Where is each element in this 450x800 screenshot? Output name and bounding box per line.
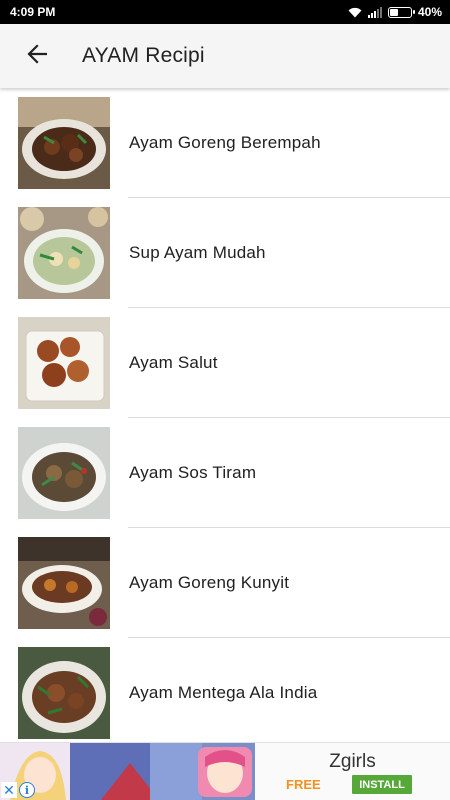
list-item[interactable]: Sup Ayam Mudah — [0, 198, 450, 308]
recipe-title: Ayam Mentega Ala India — [129, 683, 318, 702]
recipe-thumbnail — [18, 427, 110, 519]
recipe-title: Ayam Goreng Berempah — [129, 133, 321, 152]
install-button[interactable]: INSTALL — [352, 775, 412, 794]
ad-banner[interactable]: ✕ i Zgirls FREE INSTALL — [0, 742, 450, 800]
recipe-title: Ayam Goreng Kunyit — [129, 573, 290, 592]
close-icon[interactable]: ✕ — [1, 782, 17, 798]
recipe-thumbnail — [18, 207, 110, 299]
list-item[interactable]: Ayam Sos Tiram — [0, 418, 450, 528]
recipe-title: Sup Ayam Mudah — [129, 243, 266, 262]
wifi-icon — [348, 7, 362, 18]
recipe-thumbnail — [18, 317, 110, 409]
list-item[interactable]: Ayam Goreng Kunyit — [0, 528, 450, 638]
recipe-title: Ayam Salut — [129, 353, 218, 372]
ad-app-name: Zgirls — [329, 751, 376, 772]
ad-image[interactable] — [0, 743, 255, 800]
recipe-thumbnail — [18, 97, 110, 189]
back-button[interactable] — [17, 36, 57, 76]
recipe-title: Ayam Sos Tiram — [129, 463, 257, 482]
status-bar: 4:09 PM 40% — [0, 0, 450, 24]
list-item[interactable]: Ayam Mentega Ala India — [0, 638, 450, 742]
list-item[interactable]: Ayam Goreng Berempah — [0, 88, 450, 198]
battery-icon — [387, 6, 415, 18]
recipe-thumbnail — [18, 537, 110, 629]
list-item[interactable]: Ayam Salut — [0, 308, 450, 418]
ad-price: FREE — [286, 777, 321, 792]
page-title: AYAM Recipi — [82, 44, 205, 67]
info-icon[interactable]: i — [19, 782, 35, 798]
status-icons: 40% — [348, 5, 442, 19]
battery-percent: 40% — [417, 5, 442, 19]
recipe-list: Ayam Goreng Berempah Sup Ayam Mudah Ayam… — [0, 88, 450, 742]
status-time: 4:09 PM — [10, 5, 56, 19]
recipe-thumbnail — [18, 647, 110, 739]
arrow-back-icon — [27, 43, 48, 69]
app-bar: AYAM Recipi — [0, 24, 450, 88]
signal-icon — [367, 6, 382, 18]
